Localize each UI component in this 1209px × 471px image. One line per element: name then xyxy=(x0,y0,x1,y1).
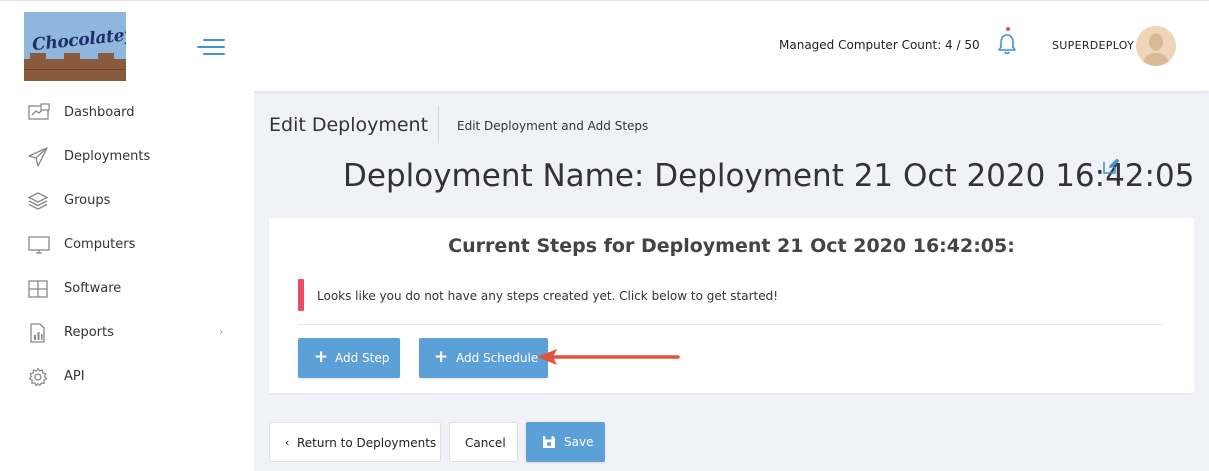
paper-plane-icon xyxy=(28,147,48,167)
dashboard-icon xyxy=(28,103,50,123)
gear-icon xyxy=(28,367,48,387)
save-label: Save xyxy=(564,435,594,449)
username-label[interactable]: SUPERDEPLOY xyxy=(1052,39,1134,52)
sidebar-item-computers[interactable]: Computers xyxy=(0,223,254,267)
edit-icon[interactable] xyxy=(1103,158,1120,174)
sidebar-item-label: Computers xyxy=(64,237,136,252)
sidebar-item-label: API xyxy=(64,369,85,384)
menu-toggle-icon[interactable] xyxy=(197,39,225,55)
managed-computer-count: Managed Computer Count: 4 / 50 xyxy=(779,38,980,52)
user-avatar[interactable] xyxy=(1136,26,1176,66)
chocolatey-logo[interactable]: Chocolatey xyxy=(24,12,126,81)
title-divider xyxy=(438,106,439,143)
add-schedule-button[interactable]: + Add Schedule xyxy=(419,338,548,378)
callout-bar xyxy=(298,279,304,311)
save-button[interactable]: Save xyxy=(526,422,605,462)
sidebar-item-label: Groups xyxy=(64,193,111,208)
sidebar-item-deployments[interactable]: Deployments xyxy=(0,135,254,179)
page-subtitle: Edit Deployment and Add Steps xyxy=(457,119,649,133)
sidebar-item-dashboard[interactable]: Dashboard xyxy=(0,91,254,135)
cancel-label: Cancel xyxy=(465,436,506,450)
sidebar-item-label: Software xyxy=(64,281,122,296)
sidebar-item-label: Dashboard xyxy=(64,105,135,120)
notification-dot xyxy=(1006,27,1010,31)
notification-bell-icon[interactable] xyxy=(996,27,1018,59)
sidebar-item-software[interactable]: Software xyxy=(0,267,254,311)
card-divider xyxy=(298,324,1164,325)
floppy-disk-icon xyxy=(542,435,556,452)
sidebar-item-reports[interactable]: Reports › xyxy=(0,311,254,355)
steps-card-title: Current Steps for Deployment 21 Oct 2020… xyxy=(448,235,1015,257)
add-schedule-label: Add Schedule xyxy=(456,351,539,365)
top-header: Chocolatey Managed Computer Count: 4 / 5… xyxy=(0,0,1209,91)
add-step-label: Add Step xyxy=(335,351,390,365)
grid-icon xyxy=(28,279,48,299)
empty-steps-message: Looks like you do not have any steps cre… xyxy=(317,289,779,303)
sidebar: Dashboard Deployments Groups Computers S… xyxy=(0,91,254,471)
return-label: Return to Deployments xyxy=(297,436,437,450)
sidebar-item-label: Deployments xyxy=(64,149,151,164)
report-icon xyxy=(28,323,48,343)
cancel-button[interactable]: Cancel xyxy=(449,422,518,462)
layers-icon xyxy=(27,191,49,211)
return-to-deployments-button[interactable]: ‹ Return to Deployments xyxy=(269,422,441,462)
annotation-arrow xyxy=(537,349,680,365)
monitor-icon xyxy=(28,235,50,255)
plus-icon: + xyxy=(434,347,449,367)
add-step-button[interactable]: + Add Step xyxy=(298,338,400,378)
sidebar-item-api[interactable]: API xyxy=(0,355,254,399)
page-title: Edit Deployment xyxy=(269,114,429,136)
sidebar-item-label: Reports xyxy=(64,325,114,340)
plus-icon: + xyxy=(314,347,329,367)
sidebar-item-groups[interactable]: Groups xyxy=(0,179,254,223)
chevron-right-icon: › xyxy=(219,325,224,338)
logo-wordmark: Chocolatey xyxy=(31,24,126,56)
deployment-name-heading: Deployment Name: Deployment 21 Oct 2020 … xyxy=(343,158,1195,194)
steps-card: Current Steps for Deployment 21 Oct 2020… xyxy=(269,218,1194,393)
chevron-left-icon: ‹ xyxy=(285,436,290,449)
